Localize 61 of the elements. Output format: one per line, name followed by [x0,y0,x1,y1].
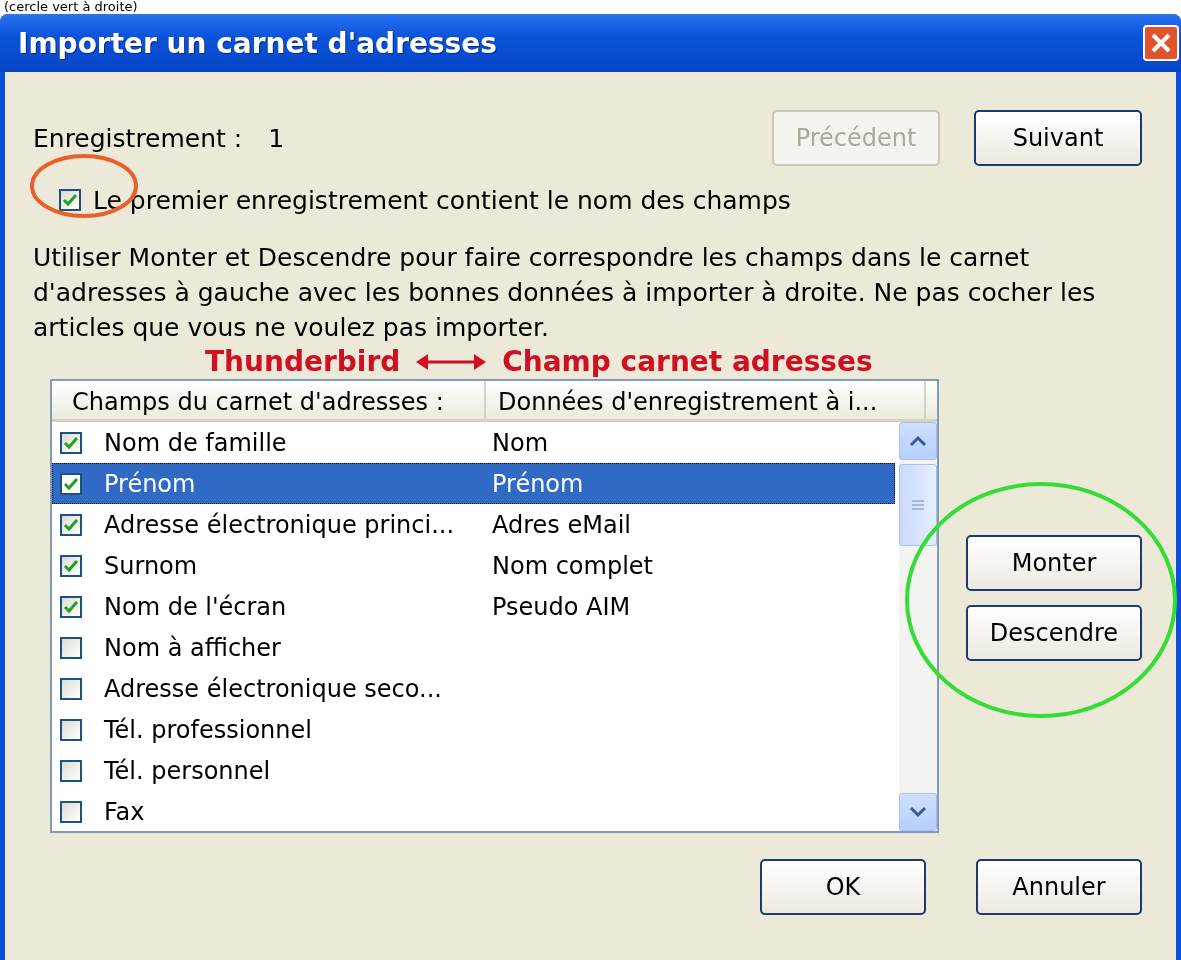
column-header[interactable]: Données d'enregistrement à i... [486,381,926,419]
list-row[interactable]: Adresse électronique princi... Adres eMail [52,504,895,545]
close-button[interactable] [1143,25,1179,61]
chevron-down-icon [908,805,928,819]
record-data: Pseudo AIM [492,592,631,621]
record-number: 1 [268,123,285,153]
field-name: Adresse électronique seco... [104,674,443,703]
field-name: Nom de l'écran [104,592,288,621]
list-row[interactable]: Nom de l'écran Pseudo AIM [52,586,895,627]
field-name: Surnom [104,551,199,580]
list-row[interactable]: Fax [52,791,895,831]
checkbox[interactable] [60,677,82,700]
checkbox[interactable] [60,718,82,741]
window-title: Importer un carnet d'adresses [18,26,497,60]
scroll-thumb[interactable] [899,464,937,546]
list-row[interactable]: Nom à afficher [52,627,895,668]
list-row[interactable]: Adresse électronique seco... [52,668,895,709]
checkbox[interactable] [60,595,82,618]
checkbox[interactable] [60,759,82,782]
list-row[interactable]: Tél. personnel [52,750,895,791]
list-row[interactable]: Prénom Prénom [52,463,895,504]
checkbox[interactable] [60,472,82,495]
checkbox[interactable] [59,189,81,211]
record-label: Enregistrement : [33,123,243,153]
checkbox[interactable] [60,513,82,536]
record-data: Nom complet [492,551,653,580]
field-name: Tél. personnel [104,756,272,785]
annotation-label: Champ carnet adresses [502,345,873,378]
field-name: Nom à afficher [104,633,282,662]
scroll-down-button[interactable] [899,793,937,831]
grip-icon [911,499,925,511]
column-header[interactable]: Champs du carnet d'adresses : [52,381,486,419]
list-row[interactable]: Surnom Nom complet [52,545,895,586]
field-name: Adresse électronique princi... [104,510,455,539]
checkbox[interactable] [60,554,82,577]
field-name: Fax [104,797,146,826]
caption: (cercle vert à droite) [4,0,138,14]
field-name: Prénom [104,469,197,498]
checkbox[interactable] [60,636,82,659]
checkbox[interactable] [60,431,82,454]
field-name: Tél. professionnel [104,715,313,744]
instructions-text: Utiliser Monter et Descendre pour faire correspondre les champs dans le carnet d'adresses à gauche avec les bonnes données à importer à droite. Ne pas cocher les articles que vous ne voulez pas importer. [33,242,1097,344]
check-icon [61,191,79,209]
double-arrow-icon [416,351,487,372]
chevron-up-icon [908,434,928,448]
move-down-button[interactable]: Descendre [966,605,1142,661]
scroll-up-button[interactable] [899,422,937,460]
list-row[interactable]: Nom de famille Nom [52,422,895,463]
list-row[interactable]: Tél. professionnel [52,709,895,750]
record-data: Adres eMail [492,510,631,539]
move-up-button[interactable]: Monter [966,535,1142,591]
annotation-label: Thunderbird [205,345,401,378]
record-data: Prénom [492,469,584,498]
scrollbar[interactable] [899,422,937,831]
cancel-button[interactable]: Annuler [976,859,1142,915]
close-icon [1150,32,1172,54]
ok-button[interactable]: OK [760,859,926,915]
record-data: Nom [492,428,548,457]
next-button[interactable]: Suivant [974,110,1142,166]
field-name: Nom de famille [104,428,288,457]
checkbox[interactable] [60,800,82,823]
